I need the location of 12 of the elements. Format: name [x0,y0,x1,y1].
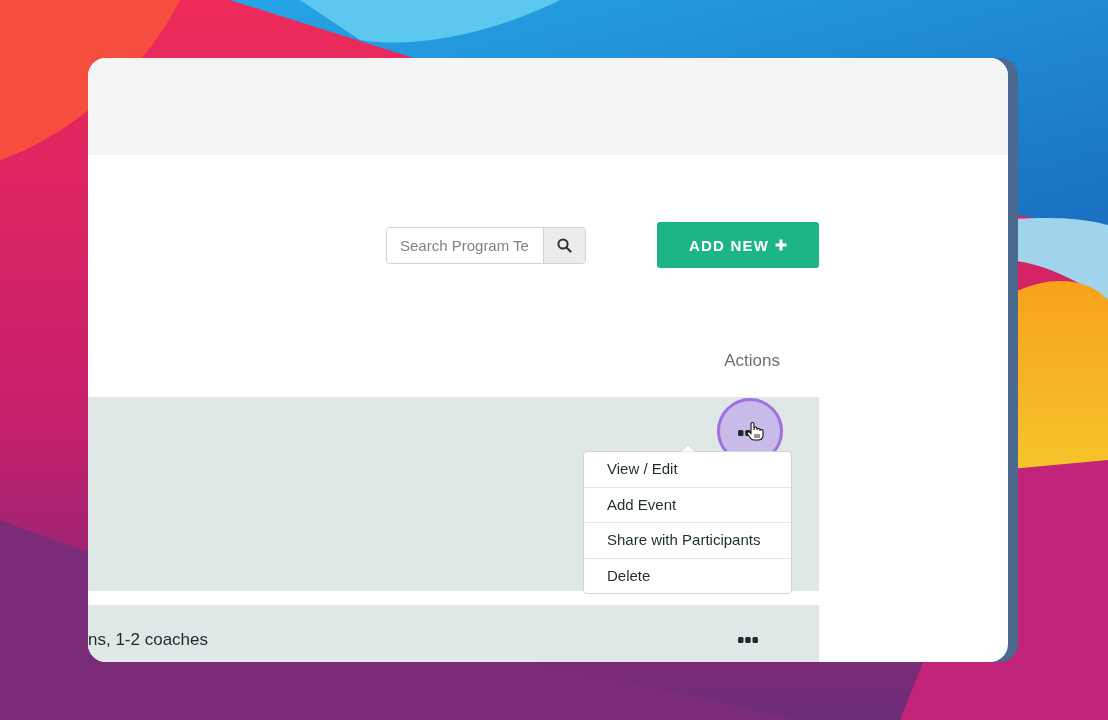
search-button[interactable] [543,227,585,263]
plus-icon [775,239,788,251]
more-icon [738,637,758,643]
search-field[interactable]: Search Program Te [386,226,586,264]
menu-item[interactable]: Add Event [584,486,791,522]
menu-item[interactable]: Delete [584,557,791,593]
column-header: Actions [724,351,780,371]
hand-cursor-icon [746,421,764,441]
menu-item[interactable]: View / Edit [584,452,791,487]
search-icon [557,237,572,253]
menu-item[interactable]: Share with Participants [584,522,791,558]
table-cell: ns, 1-2 coaches [88,630,208,650]
